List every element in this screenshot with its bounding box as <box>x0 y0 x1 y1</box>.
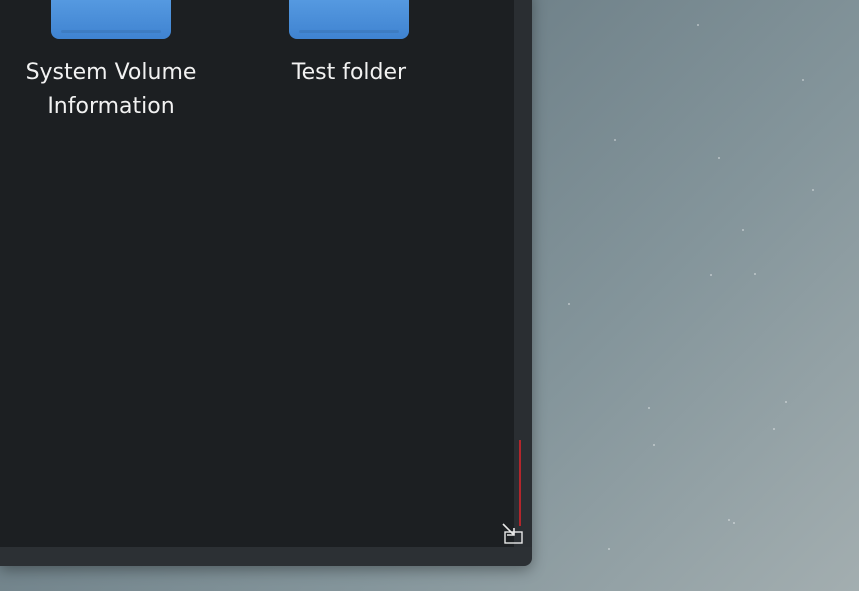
resize-handle-icon[interactable] <box>500 521 524 545</box>
folder-label: System Volume Information <box>25 60 197 119</box>
folder-icon <box>289 0 409 39</box>
vertical-scrollbar[interactable] <box>514 0 532 547</box>
file-manager-window: System Volume Information Test folder <box>0 0 532 566</box>
scrollbar-thumb[interactable] <box>519 440 521 526</box>
folder-item-system-volume-information[interactable]: System Volume Information <box>11 0 211 124</box>
folder-label: Test folder <box>291 60 407 85</box>
file-list-area[interactable]: System Volume Information Test folder <box>0 0 514 547</box>
folder-item-test-folder[interactable]: Test folder <box>249 0 449 90</box>
folder-icon <box>51 0 171 39</box>
